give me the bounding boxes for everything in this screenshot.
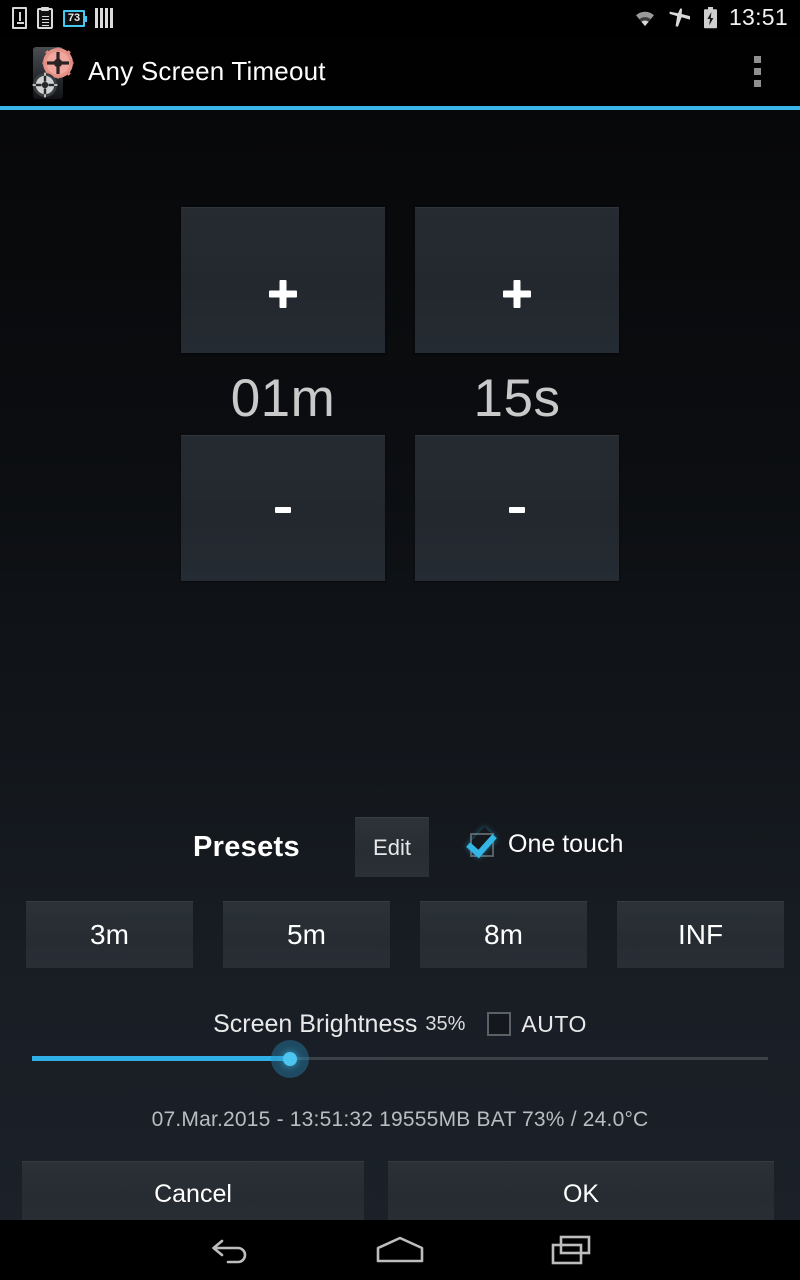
preset-button-3[interactable]: 8m xyxy=(420,901,587,968)
battery-percent-badge-icon: 73 xyxy=(63,9,87,27)
cancel-button[interactable]: Cancel xyxy=(22,1161,364,1226)
seconds-value: 15s xyxy=(473,369,561,428)
airplane-mode-icon xyxy=(669,8,690,27)
seconds-decrement-button[interactable] xyxy=(415,435,619,581)
brightness-row: Screen Brightness 35% AUTO xyxy=(0,1006,800,1042)
minutes-value: 01m xyxy=(230,369,336,428)
presets-heading: Presets xyxy=(193,831,300,863)
overflow-menu-icon[interactable] xyxy=(742,36,772,106)
one-touch-label: One touch xyxy=(508,830,624,858)
preset-button-2[interactable]: 5m xyxy=(223,901,390,968)
status-bar-clock: 13:51 xyxy=(728,4,788,30)
slider-thumb[interactable] xyxy=(270,1040,309,1078)
page-title: Any Screen Timeout xyxy=(88,55,326,86)
battery-charging-icon xyxy=(703,7,717,29)
preset-button-4[interactable]: INF xyxy=(617,901,784,968)
nav-back-button[interactable] xyxy=(170,1220,290,1280)
system-navigation-bar xyxy=(0,1220,800,1280)
nav-home-button[interactable] xyxy=(340,1220,460,1280)
minus-icon xyxy=(509,506,525,513)
one-touch-checkbox-row[interactable]: One touch xyxy=(470,830,623,859)
minutes-increment-button[interactable] xyxy=(181,207,385,353)
one-touch-checkbox[interactable] xyxy=(470,832,494,857)
slider-fill xyxy=(32,1056,290,1061)
minutes-decrement-button[interactable] xyxy=(181,435,385,581)
back-arrow-icon xyxy=(212,1239,247,1264)
recent-apps-icon xyxy=(551,1235,591,1265)
brightness-label: Screen Brightness xyxy=(213,1009,418,1038)
edit-presets-button[interactable]: Edit xyxy=(355,817,429,877)
status-bar-left-icons: 73 xyxy=(12,0,113,36)
device-status-line: 07.Mar.2015 - 13:51:32 19555MB BAT 73% /… xyxy=(151,1108,649,1131)
brightness-slider[interactable] xyxy=(32,1040,768,1078)
clipboard-icon xyxy=(37,7,53,29)
download-icon xyxy=(12,7,27,29)
seconds-increment-button[interactable] xyxy=(415,207,619,353)
app-icon-gears xyxy=(32,47,74,99)
preset-button-1[interactable]: 3m xyxy=(26,901,193,968)
home-icon xyxy=(376,1236,424,1263)
wifi-icon xyxy=(635,11,654,26)
signal-bars-icon xyxy=(95,8,113,28)
plus-icon xyxy=(269,280,297,308)
auto-brightness-checkbox[interactable] xyxy=(487,1012,512,1036)
main-content: 01m 15s Presets Edit One touch 3m 5m 8m … xyxy=(0,110,800,1226)
status-bar-right-icons: 13:51 xyxy=(633,0,788,36)
minus-icon xyxy=(275,506,291,513)
auto-brightness-label: AUTO xyxy=(521,1010,587,1037)
brightness-percent: 35% xyxy=(425,1012,466,1035)
plus-icon xyxy=(503,280,531,308)
nav-recents-button[interactable] xyxy=(512,1220,632,1280)
android-screen: 73 13:51 Any Screen Timeout 01m 15s Pres… xyxy=(0,0,800,1280)
ok-button[interactable]: OK xyxy=(388,1161,774,1226)
action-bar: Any Screen Timeout xyxy=(0,36,800,106)
status-bar: 73 13:51 xyxy=(0,0,800,36)
